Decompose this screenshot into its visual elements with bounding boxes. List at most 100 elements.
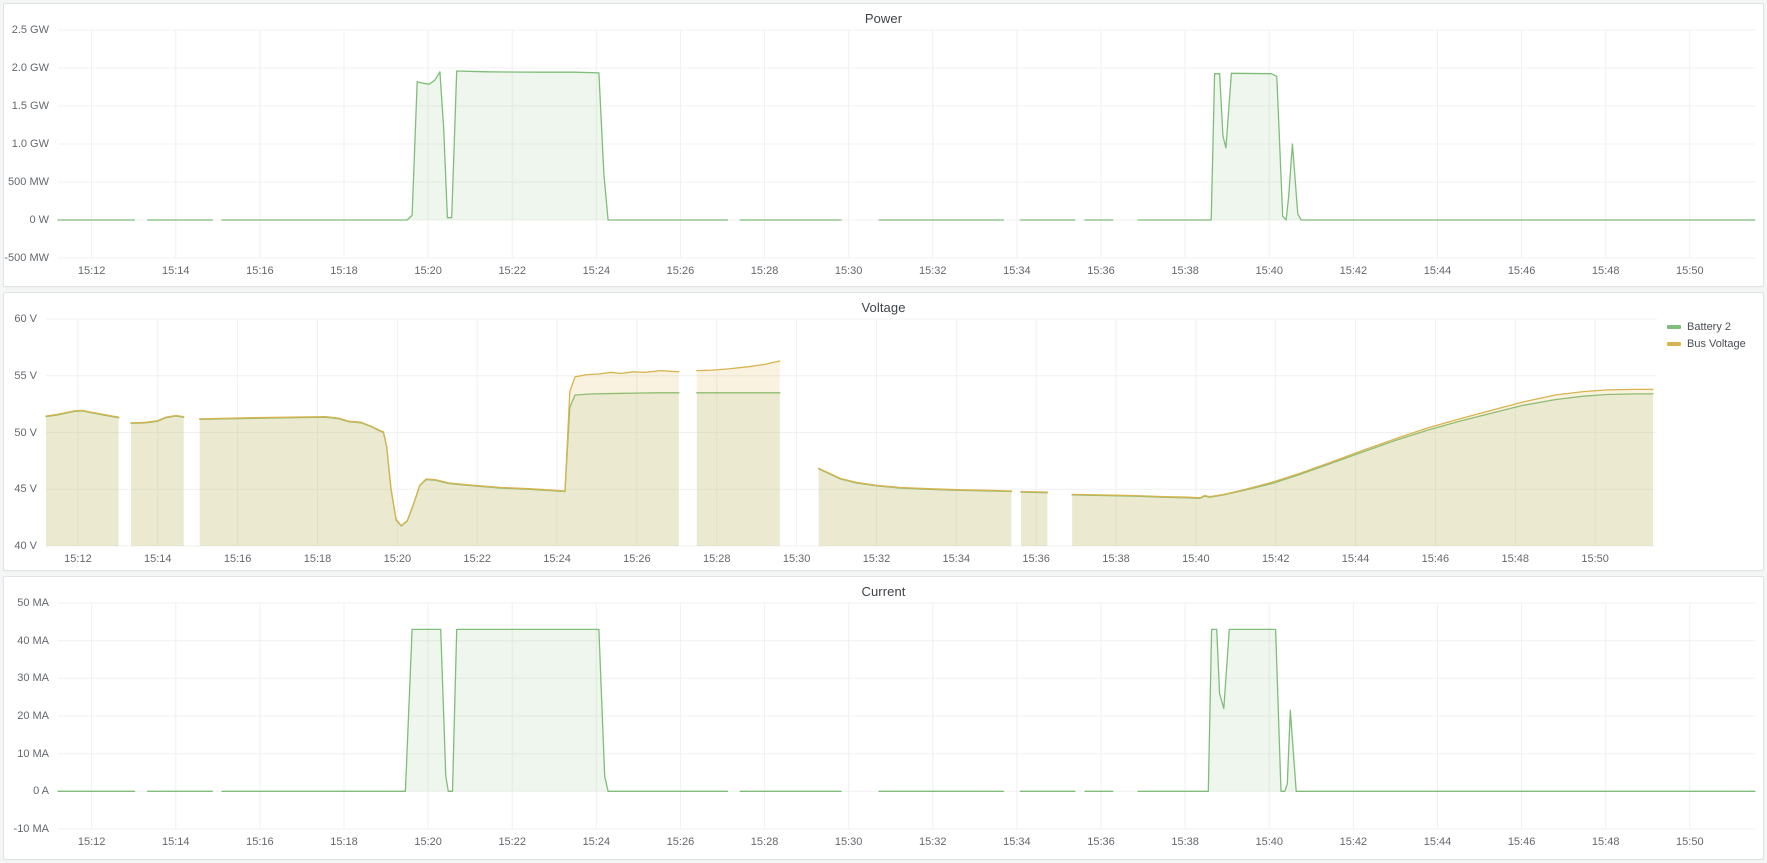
x-tick-label: 15:32 [863, 553, 891, 565]
x-tick-label: 15:50 [1676, 265, 1704, 277]
x-tick-label: 15:20 [414, 836, 442, 848]
x-tick-label: 15:30 [835, 265, 863, 277]
y-tick-label: 2.0 GW [12, 62, 49, 74]
panel-title-voltage[interactable]: Voltage [4, 293, 1763, 319]
y-tick-label: 40 MA [17, 635, 49, 647]
x-tick-label: 15:46 [1508, 836, 1536, 848]
x-tick-label: 15:34 [943, 553, 971, 565]
power-chart: 2.5 GW2.0 GW1.5 GW1.0 GW500 MW0 W-500 MW… [4, 30, 1763, 281]
x-tick-label: 15:12 [78, 836, 106, 848]
y-tick-label: 500 MW [8, 176, 49, 188]
y-tick-label: 50 MA [17, 597, 49, 609]
x-tick-label: 15:38 [1171, 836, 1199, 848]
x-tick-label: 15:36 [1087, 836, 1115, 848]
panel-title-power[interactable]: Power [4, 4, 1763, 30]
power-plot[interactable] [58, 30, 1755, 258]
x-tick-label: 15:28 [751, 836, 779, 848]
x-tick-label: 15:12 [78, 265, 106, 277]
x-tick-label: 15:22 [463, 553, 491, 565]
voltage-plot[interactable] [46, 319, 1657, 546]
legend-item-bus-voltage[interactable]: Bus Voltage [1667, 338, 1755, 350]
y-tick-label: 20 MA [17, 710, 49, 722]
power-x-axis: 15:12 15:14 15:16 15:18 15:20 15:22 15:24 15:26… [58, 265, 1755, 281]
current-x-axis: 15:1215:1415:1615:1815:2015:2215:2415:26… [58, 836, 1755, 852]
y-tick-label: 50 V [14, 427, 37, 439]
y-tick-label: 2.5 GW [12, 24, 49, 36]
x-tick-label: 15:12 [64, 553, 92, 565]
legend-label: Bus Voltage [1687, 338, 1746, 350]
panel-title-current[interactable]: Current [4, 577, 1763, 603]
panel-power: Power 2.5 GW 2.0 GW 1.5 GW 1.0 GW 500 MW 0 W -… [3, 3, 1764, 287]
battery-2-swatch-icon [1667, 325, 1681, 329]
y-tick-label: -10 MA [14, 823, 49, 835]
x-tick-label: 15:14 [162, 265, 190, 277]
x-tick-label: 15:14 [144, 553, 172, 565]
y-tick-label: 0 A [33, 785, 49, 797]
legend-item-battery-2[interactable]: Battery 2 [1667, 321, 1755, 333]
x-tick-label: 15:48 [1592, 836, 1620, 848]
panel-voltage: Voltage 60 V55 V50 V45 V40 V 15:1215:141… [3, 292, 1764, 571]
voltage-chart: 60 V55 V50 V45 V40 V 15:1215:1415:1615:1… [4, 319, 1763, 569]
y-tick-label: 1.0 GW [12, 138, 49, 150]
x-tick-label: 15:36 [1087, 265, 1115, 277]
x-tick-label: 15:40 [1182, 553, 1210, 565]
y-tick-label: 60 V [14, 313, 37, 325]
voltage-x-axis: 15:12 15:14 15:16 15:18 15:20 15:22 15:24 15:26… [46, 553, 1657, 569]
x-tick-label: 15:16 [224, 553, 252, 565]
x-tick-label: 15:26 [667, 265, 695, 277]
x-tick-label: 15:30 [835, 836, 863, 848]
x-tick-label: 15:40 [1255, 836, 1283, 848]
x-tick-label: 15:18 [304, 553, 332, 565]
panel-current: Current 50 MA 40 MA 30 MA 20 MA 10 MA 0 A -10 … [3, 576, 1764, 860]
x-tick-label: 15:46 [1422, 553, 1450, 565]
x-tick-label: 15:24 [543, 553, 571, 565]
y-tick-label: 55 V [14, 370, 37, 382]
x-tick-label: 15:36 [1022, 553, 1050, 565]
y-tick-label: 1.5 GW [12, 100, 49, 112]
x-tick-label: 15:24 [583, 265, 611, 277]
x-tick-label: 15:44 [1424, 836, 1452, 848]
y-tick-label: -500 MW [4, 252, 49, 264]
x-tick-label: 15:26 [623, 553, 651, 565]
x-tick-label: 15:20 [414, 265, 442, 277]
x-tick-label: 15:22 [498, 836, 526, 848]
x-tick-label: 15:40 [1255, 265, 1283, 277]
y-tick-label: 0 W [29, 214, 49, 226]
x-tick-label: 15:22 [498, 265, 526, 277]
x-tick-label: 15:20 [384, 553, 412, 565]
x-tick-label: 15:48 [1501, 553, 1529, 565]
x-tick-label: 15:48 [1592, 265, 1620, 277]
dashboard: Power 2.5 GW 2.0 GW 1.5 GW 1.0 GW 500 MW 0 W -… [0, 0, 1767, 863]
x-tick-label: 15:16 [246, 836, 274, 848]
x-tick-label: 15:44 [1342, 553, 1370, 565]
x-tick-label: 15:42 [1262, 553, 1290, 565]
x-tick-label: 15:26 [667, 836, 695, 848]
x-tick-label: 15:42 [1340, 836, 1368, 848]
x-tick-label: 15:24 [583, 836, 611, 848]
x-tick-label: 15:38 [1102, 553, 1130, 565]
y-tick-label: 40 V [14, 540, 37, 552]
x-tick-label: 15:44 [1424, 265, 1452, 277]
x-tick-label: 15:34 [1003, 836, 1031, 848]
y-tick-label: 45 V [14, 483, 37, 495]
x-tick-label: 15:46 [1508, 265, 1536, 277]
x-tick-label: 15:18 [330, 265, 358, 277]
legend-label: Battery 2 [1687, 321, 1731, 333]
x-tick-label: 15:32 [919, 836, 947, 848]
x-tick-label: 15:30 [783, 553, 811, 565]
current-plot[interactable] [58, 603, 1755, 829]
bus-voltage-swatch-icon [1667, 342, 1681, 346]
x-tick-label: 15:50 [1581, 553, 1609, 565]
y-tick-label: 10 MA [17, 748, 49, 760]
x-tick-label: 15:16 [246, 265, 274, 277]
x-tick-label: 15:28 [751, 265, 779, 277]
x-tick-label: 15:42 [1340, 265, 1368, 277]
current-chart: 50 MA40 MA30 MA20 MA10 MA0 A-10 MA 15:12… [4, 603, 1763, 852]
x-tick-label: 15:14 [162, 836, 190, 848]
voltage-legend: Battery 2 Bus Voltage [1657, 319, 1755, 355]
x-tick-label: 15:38 [1171, 265, 1199, 277]
y-tick-label: 30 MA [17, 672, 49, 684]
x-tick-label: 15:34 [1003, 265, 1031, 277]
x-tick-label: 15:32 [919, 265, 947, 277]
x-tick-label: 15:50 [1676, 836, 1704, 848]
